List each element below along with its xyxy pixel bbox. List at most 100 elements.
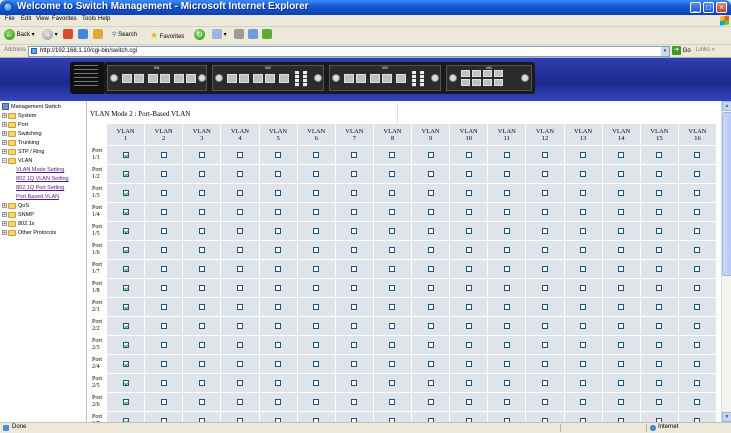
vlan-member-checkbox[interactable]: [313, 399, 320, 406]
vlan-member-checkbox[interactable]: [541, 209, 548, 216]
vlan-member-checkbox[interactable]: [198, 171, 205, 178]
vlan-member-checkbox[interactable]: [694, 190, 701, 197]
vlan-member-checkbox[interactable]: [351, 399, 358, 406]
vlan-member-checkbox[interactable]: [541, 380, 548, 387]
messenger-button[interactable]: [262, 29, 272, 41]
vlan-member-checkbox[interactable]: [427, 380, 434, 387]
vlan-member-checkbox[interactable]: [618, 323, 625, 330]
vlan-member-checkbox[interactable]: [198, 247, 205, 254]
address-input[interactable]: http://192.168.1.10/cgi-bin/switch.cgi ▾: [28, 46, 670, 57]
vlan-member-checkbox[interactable]: [427, 361, 434, 368]
vlan-member-checkbox[interactable]: [275, 342, 282, 349]
tree-item-port[interactable]: + Port: [2, 121, 28, 129]
vlan-member-checkbox-checked[interactable]: [122, 152, 129, 159]
vlan-member-checkbox[interactable]: [275, 152, 282, 159]
vlan-member-checkbox[interactable]: [503, 285, 510, 292]
vlan-member-checkbox[interactable]: [465, 399, 472, 406]
favorites-button[interactable]: ★ Favorites: [150, 29, 184, 41]
vlan-member-checkbox[interactable]: [503, 380, 510, 387]
vlan-member-checkbox[interactable]: [656, 323, 663, 330]
vlan-member-checkbox[interactable]: [351, 247, 358, 254]
vlan-member-checkbox[interactable]: [541, 304, 548, 311]
vlan-member-checkbox[interactable]: [275, 399, 282, 406]
vlan-member-checkbox[interactable]: [503, 323, 510, 330]
vlan-member-checkbox[interactable]: [580, 171, 587, 178]
vlan-member-checkbox[interactable]: [465, 361, 472, 368]
vlan-member-checkbox[interactable]: [694, 399, 701, 406]
vlan-member-checkbox-checked[interactable]: [122, 361, 129, 368]
vlan-member-checkbox[interactable]: [541, 361, 548, 368]
vlan-member-checkbox[interactable]: [160, 342, 167, 349]
edit-button[interactable]: [248, 29, 258, 41]
menu-favorites[interactable]: Favorites: [52, 16, 77, 22]
vlan-member-checkbox[interactable]: [694, 304, 701, 311]
vlan-member-checkbox[interactable]: [618, 209, 625, 216]
menu-tools[interactable]: Tools: [82, 16, 96, 22]
scroll-down-icon[interactable]: ▼: [722, 412, 731, 422]
forward-button[interactable]: → ▾: [42, 29, 58, 41]
vlan-member-checkbox[interactable]: [160, 247, 167, 254]
back-button[interactable]: ← Back ▾: [4, 29, 35, 41]
vlan-member-checkbox[interactable]: [236, 380, 243, 387]
vlan-member-checkbox[interactable]: [313, 190, 320, 197]
vlan-member-checkbox[interactable]: [351, 323, 358, 330]
vlan-member-checkbox[interactable]: [694, 380, 701, 387]
vlan-member-checkbox[interactable]: [275, 171, 282, 178]
vlan-member-checkbox[interactable]: [618, 380, 625, 387]
vlan-member-checkbox[interactable]: [236, 304, 243, 311]
vlan-member-checkbox[interactable]: [198, 342, 205, 349]
expand-icon[interactable]: +: [2, 113, 7, 119]
vlan-member-checkbox[interactable]: [503, 171, 510, 178]
home-button[interactable]: [93, 29, 103, 41]
vlan-member-checkbox[interactable]: [198, 304, 205, 311]
vlan-member-checkbox[interactable]: [160, 285, 167, 292]
history-button[interactable]: ↻: [194, 29, 205, 41]
expand-icon[interactable]: +: [2, 212, 7, 218]
vlan-member-checkbox[interactable]: [656, 152, 663, 159]
vlan-member-checkbox[interactable]: [313, 266, 320, 273]
vlan-member-checkbox[interactable]: [580, 304, 587, 311]
vlan-member-checkbox[interactable]: [503, 399, 510, 406]
minimize-button[interactable]: _: [690, 2, 701, 13]
vlan-member-checkbox[interactable]: [351, 342, 358, 349]
vlan-member-checkbox[interactable]: [618, 304, 625, 311]
refresh-button[interactable]: [78, 29, 88, 41]
vlan-member-checkbox-checked[interactable]: [122, 228, 129, 235]
vlan-member-checkbox[interactable]: [580, 152, 587, 159]
tree-item-snmp[interactable]: + SNMP: [2, 211, 34, 219]
vlan-member-checkbox[interactable]: [465, 247, 472, 254]
vlan-member-checkbox[interactable]: [618, 361, 625, 368]
vlan-member-checkbox[interactable]: [160, 171, 167, 178]
vlan-member-checkbox[interactable]: [275, 190, 282, 197]
vlan-member-checkbox[interactable]: [694, 152, 701, 159]
menu-edit[interactable]: Edit: [21, 16, 31, 22]
module-m3[interactable]: M3: [329, 65, 441, 91]
vlan-member-checkbox-checked[interactable]: [122, 342, 129, 349]
vlan-member-checkbox[interactable]: [656, 209, 663, 216]
vlan-member-checkbox[interactable]: [580, 285, 587, 292]
vlan-member-checkbox[interactable]: [351, 361, 358, 368]
vlan-member-checkbox[interactable]: [160, 361, 167, 368]
vlan-member-checkbox[interactable]: [541, 285, 548, 292]
tree-item-switching[interactable]: + Switching: [2, 130, 42, 138]
vlan-member-checkbox[interactable]: [236, 266, 243, 273]
vlan-member-checkbox[interactable]: [427, 304, 434, 311]
vlan-member-checkbox[interactable]: [427, 323, 434, 330]
vlan-member-checkbox[interactable]: [656, 361, 663, 368]
vlan-member-checkbox[interactable]: [236, 152, 243, 159]
vlan-member-checkbox[interactable]: [236, 285, 243, 292]
tree-item-trunking[interactable]: + Trunking: [2, 139, 39, 147]
vlan-member-checkbox[interactable]: [503, 190, 510, 197]
menu-file[interactable]: File: [5, 16, 15, 22]
links-button[interactable]: Links »: [696, 47, 715, 53]
vlan-member-checkbox[interactable]: [465, 342, 472, 349]
vlan-member-checkbox[interactable]: [694, 228, 701, 235]
vlan-member-checkbox[interactable]: [389, 380, 396, 387]
vlan-member-checkbox[interactable]: [275, 304, 282, 311]
link-8021q-port-setting[interactable]: 802.1Q Port Setting: [16, 184, 64, 192]
menu-view[interactable]: View: [36, 16, 49, 22]
vlan-member-checkbox-checked[interactable]: [122, 399, 129, 406]
vlan-member-checkbox[interactable]: [465, 380, 472, 387]
vlan-member-checkbox[interactable]: [275, 323, 282, 330]
vlan-member-checkbox[interactable]: [198, 361, 205, 368]
